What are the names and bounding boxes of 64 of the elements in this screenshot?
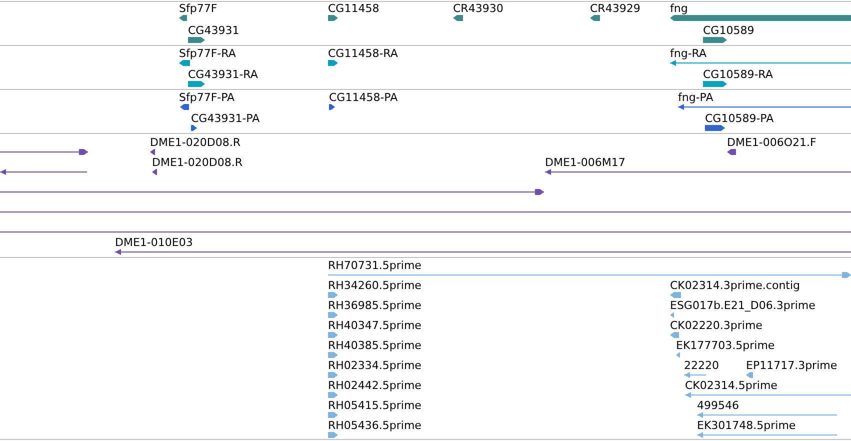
feature-arrow[interactable] bbox=[0, 168, 87, 176]
feature-label: DME1-020D08.R bbox=[150, 136, 240, 149]
feature-arrow[interactable] bbox=[545, 168, 851, 176]
feature-label: CR43930 bbox=[453, 2, 504, 15]
feature-label: CK02314.5prime bbox=[685, 379, 778, 392]
feature-label: DME1-020D08.R bbox=[152, 156, 242, 169]
feature-arrow[interactable] bbox=[703, 36, 727, 44]
feature-arrow[interactable] bbox=[328, 14, 338, 22]
feature-arrow[interactable] bbox=[180, 103, 189, 111]
feature-arrow[interactable] bbox=[179, 59, 190, 67]
feature-label: RH05415.5prime bbox=[328, 399, 422, 412]
feature-label: Sfp77F-PA bbox=[179, 91, 235, 104]
feature-label: CG11458 bbox=[328, 2, 380, 15]
feature-arrow[interactable] bbox=[115, 248, 851, 256]
feature-label: CG11458-RA bbox=[328, 47, 398, 60]
feature-label: CG10589-RA bbox=[703, 68, 773, 81]
feature-arrow[interactable] bbox=[727, 148, 736, 156]
feature-arrow[interactable] bbox=[703, 80, 727, 88]
feature-label: RH70731.5prime bbox=[328, 259, 422, 272]
feature-label: CK02220.3prime bbox=[670, 319, 762, 332]
feature-arrow[interactable] bbox=[0, 188, 544, 196]
feature-label: 22220 bbox=[684, 359, 719, 372]
feature-label: CR43929 bbox=[590, 2, 640, 15]
feature-label: RH05436.5prime bbox=[328, 419, 422, 432]
feature-label: EK301748.5prime bbox=[697, 419, 796, 432]
feature-label: Sfp77F-RA bbox=[179, 47, 236, 60]
feature-arrow[interactable] bbox=[0, 148, 88, 156]
feature-label: RH40347.5prime bbox=[328, 319, 422, 332]
feature-label: CG10589-PA bbox=[705, 112, 774, 125]
feature-label: RH40385.5prime bbox=[328, 339, 422, 352]
feature-label: ESG017b.E21_D06.3prime bbox=[670, 299, 816, 312]
feature-arrow[interactable] bbox=[590, 14, 600, 22]
feature-arrow[interactable] bbox=[179, 14, 187, 22]
feature-label: EK177703.5prime bbox=[676, 339, 775, 352]
feature-label: fng-PA bbox=[678, 91, 714, 104]
feature-arrow[interactable] bbox=[188, 36, 205, 44]
feature-label: DME1-006O21.F bbox=[727, 136, 816, 149]
feature-label: fng-RA bbox=[670, 47, 707, 60]
feature-label: RH36985.5prime bbox=[328, 299, 422, 312]
feature-arrow[interactable] bbox=[188, 80, 205, 88]
feature-label: DME1-010E03 bbox=[115, 236, 193, 249]
feature-label: RH02334.5prime bbox=[328, 359, 422, 372]
feature-arrow[interactable] bbox=[453, 14, 463, 22]
feature-label: CK02314.3prime.contig bbox=[670, 279, 800, 292]
feature-label: RH02442.5prime bbox=[328, 379, 422, 392]
feature-label: CG10589 bbox=[703, 24, 754, 37]
feature-arrow[interactable] bbox=[705, 124, 725, 132]
feature-label: CG11458-PA bbox=[329, 91, 398, 104]
feature-label: Sfp77F bbox=[179, 2, 218, 15]
feature-label: CG43931-RA bbox=[188, 68, 258, 81]
feature-label: EP11717.3prime bbox=[746, 359, 838, 372]
feature-label: CG43931 bbox=[188, 24, 240, 37]
feature-arrow[interactable] bbox=[191, 124, 197, 132]
feature-arrow[interactable] bbox=[150, 148, 155, 156]
feature-arrow[interactable] bbox=[678, 103, 851, 111]
feature-label: DME1-006M17 bbox=[545, 156, 626, 169]
feature-label: RH34260.5prime bbox=[328, 279, 422, 292]
feature-arrow[interactable] bbox=[152, 168, 157, 176]
feature-arrow[interactable] bbox=[328, 59, 338, 67]
feature-label: CG43931-PA bbox=[191, 112, 260, 125]
feature-label: fng bbox=[670, 2, 688, 15]
feature-arrow[interactable] bbox=[670, 59, 851, 67]
feature-arrow[interactable] bbox=[329, 103, 335, 111]
feature-label: 499546 bbox=[697, 399, 739, 412]
